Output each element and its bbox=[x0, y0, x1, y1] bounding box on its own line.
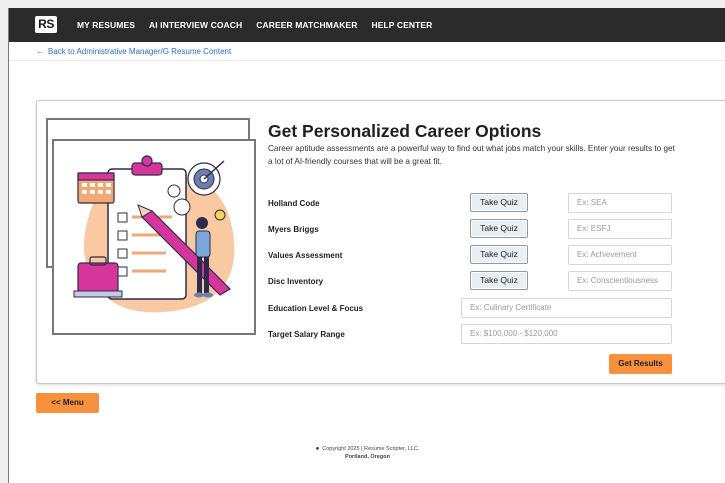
card-description: Career aptitude assessments are a powerf… bbox=[268, 144, 675, 166]
myers-briggs-input[interactable]: Ex: ESFJ bbox=[568, 219, 672, 239]
values-assessment-label: Values Assessment bbox=[268, 251, 343, 260]
screen-frame: RS MY RESUMES AI INTERVIEW COACH CAREER … bbox=[0, 0, 725, 483]
disc-inventory-input[interactable]: Ex: Conscientiousness bbox=[568, 271, 672, 291]
footer-copyright-line: ● Copyright 2025 | Resume Scripter, LLC. bbox=[9, 445, 725, 453]
footer-copyright: Copyright 2025 | Resume Scripter, LLC. bbox=[322, 446, 420, 452]
myers-briggs-label: Myers Briggs bbox=[268, 225, 319, 234]
salary-input[interactable]: Ex: $100,000 - $120,000 bbox=[461, 324, 672, 344]
copyright-icon: ● bbox=[315, 446, 320, 452]
footer-location: Portland, Oregon bbox=[345, 454, 390, 460]
top-nav-bar: RS MY RESUMES AI INTERVIEW COACH CAREER … bbox=[9, 8, 725, 42]
back-link-label: Back to Administrative Manager/G Resume … bbox=[48, 47, 232, 56]
values-assessment-quiz-button[interactable]: Take Quiz bbox=[470, 245, 528, 264]
footer: ● Copyright 2025 | Resume Scripter, LLC. … bbox=[9, 445, 725, 461]
holland-code-quiz-button[interactable]: Take Quiz bbox=[470, 193, 528, 212]
holland-code-input[interactable]: Ex: SEA bbox=[568, 193, 672, 213]
get-results-button[interactable]: Get Results bbox=[609, 354, 672, 374]
menu-button[interactable]: << Menu bbox=[36, 393, 99, 413]
nav-career-matchmaker[interactable]: CAREER MATCHMAKER bbox=[256, 20, 357, 30]
back-arrow-icon: ← bbox=[36, 47, 44, 56]
education-input[interactable]: Ex: Culinary Certificate bbox=[461, 298, 672, 318]
career-illustration-svg bbox=[73, 155, 235, 313]
myers-briggs-quiz-button[interactable]: Take Quiz bbox=[470, 219, 528, 238]
nav-my-resumes[interactable]: MY RESUMES bbox=[77, 20, 135, 30]
nav-ai-interview-coach[interactable]: AI INTERVIEW COACH bbox=[149, 20, 242, 30]
holland-code-label: Holland Code bbox=[268, 199, 320, 208]
salary-label: Target Salary Range bbox=[268, 330, 345, 339]
career-options-card: Get Personalized Career Options Career a… bbox=[36, 100, 725, 384]
education-label: Education Level & Focus bbox=[268, 304, 364, 313]
disc-inventory-label: Disc Inventory bbox=[268, 277, 324, 286]
disc-inventory-quiz-button[interactable]: Take Quiz bbox=[470, 271, 528, 290]
main-nav: MY RESUMES AI INTERVIEW COACH CAREER MAT… bbox=[77, 8, 432, 42]
divider bbox=[9, 60, 725, 61]
logo[interactable]: RS bbox=[35, 16, 57, 33]
back-link[interactable]: ← Back to Administrative Manager/G Resume… bbox=[36, 47, 231, 56]
career-illustration bbox=[52, 139, 256, 335]
values-assessment-input[interactable]: Ex: Achievement bbox=[568, 245, 672, 265]
page: RS MY RESUMES AI INTERVIEW COACH CAREER … bbox=[8, 8, 725, 483]
card-title: Get Personalized Career Options bbox=[268, 121, 542, 141]
nav-help-center[interactable]: HELP CENTER bbox=[371, 20, 432, 30]
